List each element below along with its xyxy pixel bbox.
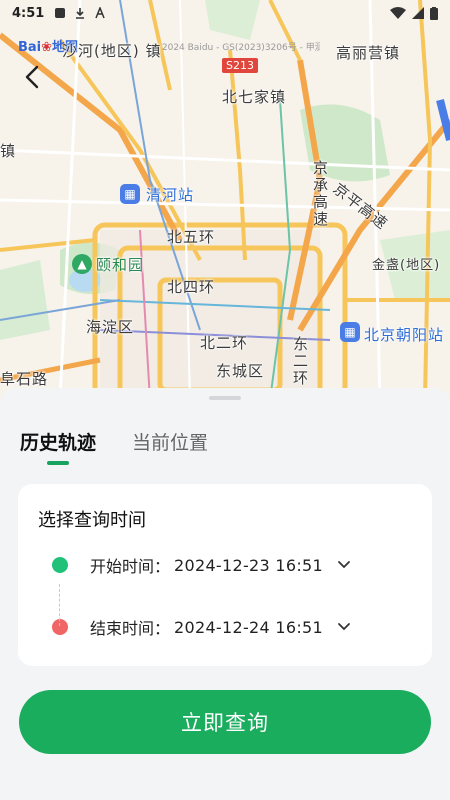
tab-history-track[interactable]: 历史轨迹 [20,428,97,465]
map-label-dongcheng: 东城区 [216,362,265,380]
tab-current-location[interactable]: 当前位置 [132,428,208,463]
timeline-connector [59,584,60,626]
download-icon [76,8,85,19]
train-station-icon-2[interactable]: ▦ [340,322,360,342]
map-view[interactable]: Bai❀地图 © 2024 Baidu - GS(2023)3206号 - 甲测… [0,0,450,400]
start-time-value[interactable]: 2024-12-23 16:51 [174,556,323,575]
tab-current-location-label: 当前位置 [132,432,209,454]
map-copyright: © 2024 Baidu - GS(2023)3206号 - 甲测资字11111… [150,43,320,53]
tab-bar: 历史轨迹 当前位置 [20,428,208,465]
map-label-beisihuan: 北四环 [167,278,216,296]
chevron-down-icon[interactable] [337,620,351,634]
font-icon [95,7,106,19]
map-label-beierhuan: 北二环 [200,334,249,352]
status-bar: 4:51 [0,0,450,26]
map-label-chaoyang-station[interactable]: 北京朝阳站 [364,324,444,345]
start-time-label: 开始时间： [90,557,171,576]
map-label-beiwuhuan: 北五环 [167,228,216,246]
query-button[interactable]: 立即查询 [19,690,431,754]
map-label-fushilu: 阜石路 [0,370,49,388]
bottom-sheet: 历史轨迹 当前位置 选择查询时间 开始时间： 2024-12-23 16:51 … [0,388,450,800]
start-time-row[interactable]: 开始时间： 2024-12-23 16:51 [38,550,418,580]
map-label-jinzhan: 金盏(地区) [372,258,441,273]
train-station-icon[interactable]: ▦ [120,184,140,204]
map-label-gaoliying: 高丽营镇 [336,44,401,62]
back-button[interactable] [20,64,46,90]
card-title: 选择查询时间 [38,510,146,531]
start-dot-icon [52,557,68,573]
end-time-label: 结束时间： [90,619,171,638]
map-label-yiheyuan[interactable]: 颐和园 [96,254,144,275]
route-badge: S213 [222,58,258,73]
map-label-qinghe[interactable]: 清河站 [146,184,194,205]
wifi-icon [390,7,406,19]
end-time-row[interactable]: 结束时间： 2024-12-24 16:51 [38,612,418,642]
sheet-drag-handle[interactable] [209,396,241,400]
chevron-left-icon [25,65,39,89]
signal-icon [412,7,424,19]
status-time: 4:51 [12,5,45,21]
map-label-haidian: 海淀区 [86,318,135,336]
notification-icon [55,8,66,18]
map-label-shahe: 沙河(地区) 镇 [62,42,162,60]
tab-history-track-label: 历史轨迹 [20,432,97,454]
battery-icon [430,6,438,20]
map-label-beiqijia: 北七家镇 [222,88,287,106]
tab-active-indicator [47,461,69,465]
park-icon[interactable]: ▲ [72,254,92,274]
time-select-card: 选择查询时间 开始时间： 2024-12-23 16:51 结束时间： 2024… [18,484,432,666]
end-dot-icon [52,619,68,635]
chevron-down-icon[interactable] [337,558,351,572]
end-time-value[interactable]: 2024-12-24 16:51 [174,618,323,637]
map-label-dongerhuan: 东二环 [291,336,309,387]
map-label-edge: 镇 [0,142,17,160]
